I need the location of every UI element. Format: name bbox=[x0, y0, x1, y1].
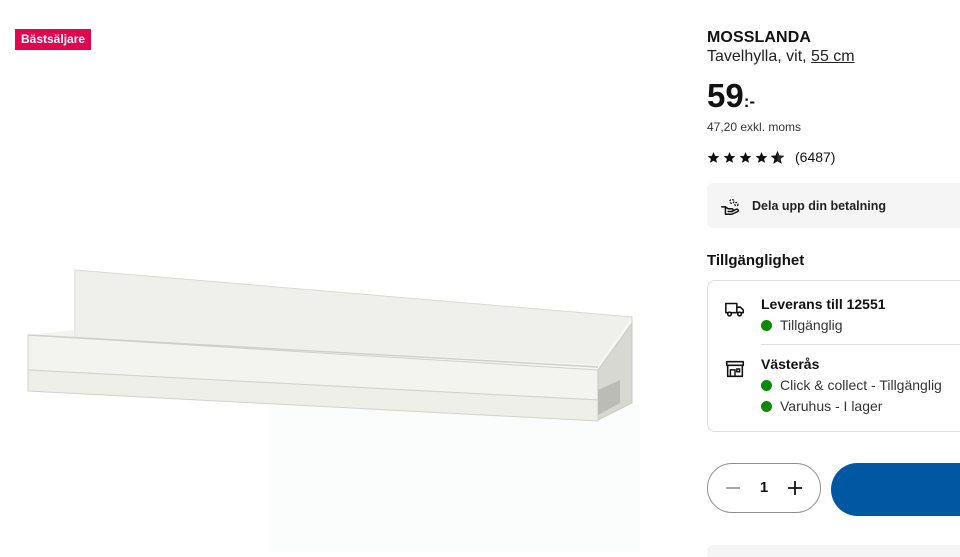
size-link[interactable]: 55 cm bbox=[811, 48, 855, 65]
increase-quantity-button[interactable] bbox=[776, 464, 814, 512]
price: 59:- bbox=[707, 77, 755, 121]
product-description: Tavelhylla, vit, 55 cm bbox=[707, 48, 855, 66]
delivery-status: Tillgänglig bbox=[761, 317, 843, 333]
product-image bbox=[27, 269, 633, 422]
availability-box: Leverans till 12551 Tillgänglig Västerås… bbox=[707, 280, 960, 432]
half-star-icon bbox=[771, 150, 784, 164]
star-icon bbox=[755, 151, 768, 163]
status-dot bbox=[761, 400, 772, 412]
delivery-title: Leverans till 12551 bbox=[761, 296, 886, 312]
bottom-panel bbox=[707, 545, 960, 557]
price-excl-vat: 47,20 exkl. moms bbox=[707, 120, 802, 134]
store-status-stock: Varuhus - I lager bbox=[761, 398, 882, 414]
add-to-cart-button[interactable] bbox=[831, 463, 960, 516]
status-dot bbox=[761, 379, 772, 391]
availability-divider bbox=[761, 344, 960, 345]
split-payment-banner[interactable]: Dela upp din betalning bbox=[707, 183, 960, 228]
rating[interactable]: (6487) bbox=[707, 149, 835, 165]
star-icon bbox=[707, 151, 720, 163]
quantity-stepper: 1 bbox=[707, 463, 821, 513]
store-status-collect-text: Click & collect - Tillgänglig bbox=[780, 377, 942, 393]
product-info-panel: MOSSLANDA Tavelhylla, vit, 55 cm 59:- 47… bbox=[707, 0, 960, 557]
split-payment-label: Dela upp din betalning bbox=[752, 198, 887, 213]
price-suffix: :- bbox=[743, 92, 756, 111]
store-icon bbox=[725, 360, 745, 378]
bestseller-badge: Bästsäljare bbox=[15, 29, 92, 50]
star-icon bbox=[723, 151, 736, 163]
rating-count: (6487) bbox=[795, 149, 836, 165]
plus-icon bbox=[788, 481, 802, 495]
store-status-collect: Click & collect - Tillgänglig bbox=[761, 377, 942, 393]
star-icon bbox=[739, 151, 752, 163]
status-dot bbox=[761, 319, 772, 331]
store-title: Västerås bbox=[761, 356, 820, 372]
truck-icon bbox=[725, 302, 745, 317]
delivery-status-text: Tillgänglig bbox=[780, 317, 843, 333]
availability-title: Tillgänglighet bbox=[707, 252, 805, 269]
store-status-stock-text: Varuhus - I lager bbox=[780, 398, 883, 414]
rating-stars bbox=[707, 150, 784, 164]
price-amount: 59 bbox=[707, 77, 744, 114]
product-name: MOSSLANDA bbox=[707, 29, 812, 46]
hand-coins-icon bbox=[721, 198, 739, 215]
product-type: Tavelhylla, vit, bbox=[707, 48, 807, 65]
minus-icon bbox=[726, 487, 740, 489]
